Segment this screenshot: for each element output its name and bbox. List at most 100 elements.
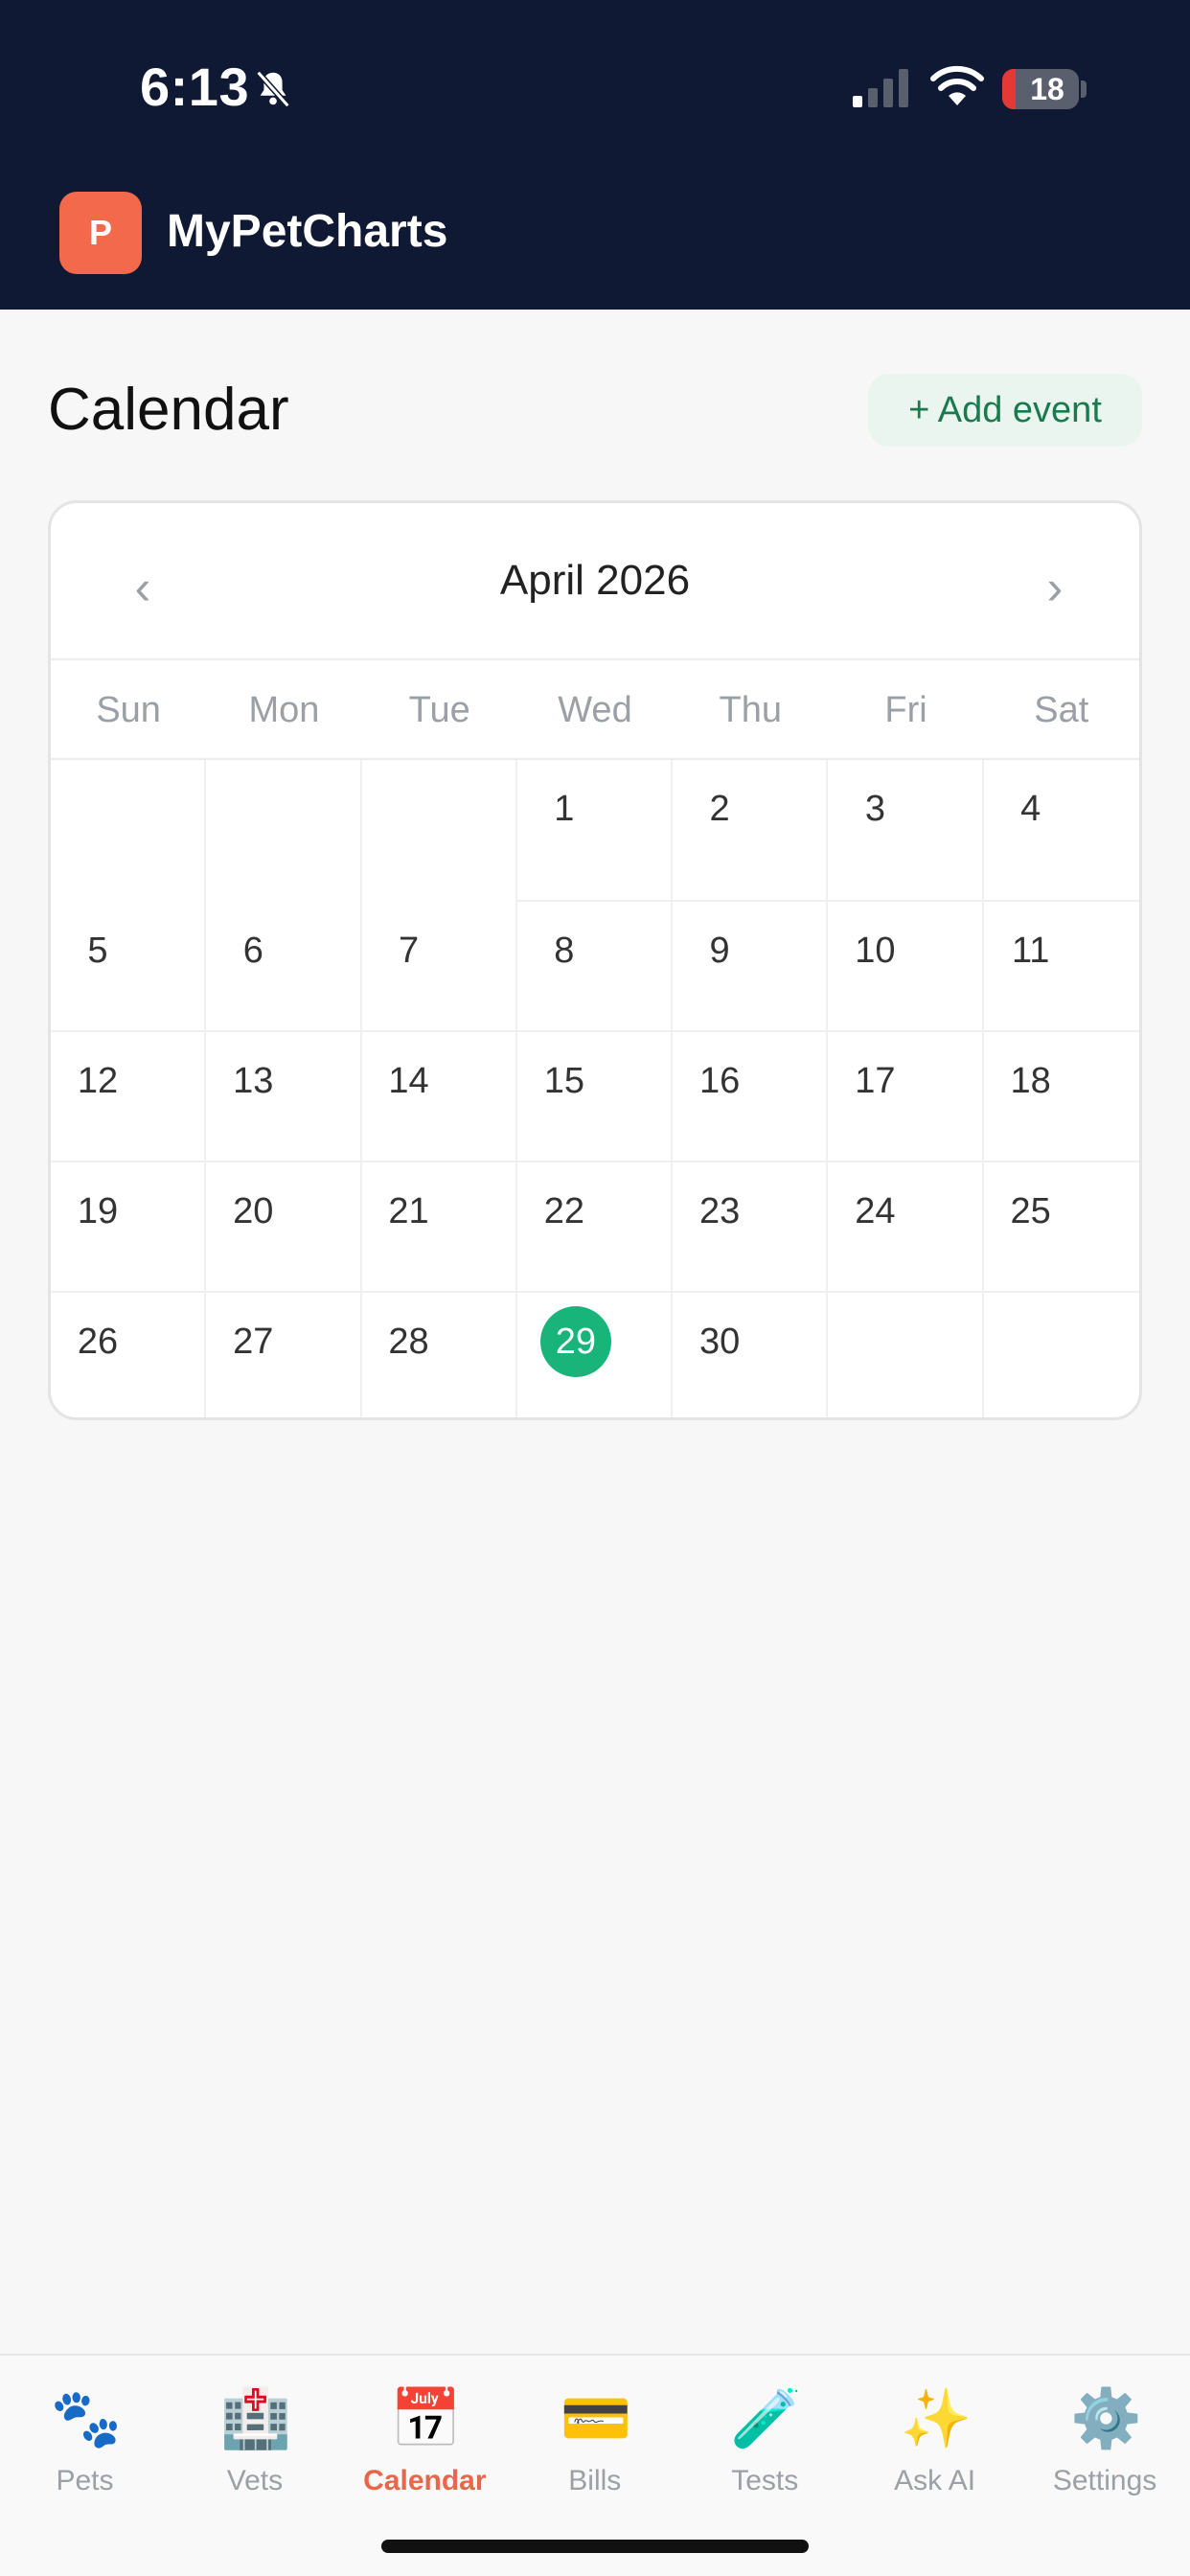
day-cell-30[interactable]: 30 bbox=[673, 1293, 829, 1417]
weekday-label: Tue bbox=[408, 689, 470, 730]
next-month-button[interactable]: › bbox=[1017, 549, 1093, 626]
day-cell-28[interactable]: 28 bbox=[362, 1293, 517, 1417]
paw-prints-icon: 🐾 bbox=[50, 2386, 123, 2450]
day-cell-3[interactable]: 3 bbox=[828, 760, 984, 902]
weekday-label: Sat bbox=[1034, 689, 1089, 730]
tab-ask-ai[interactable]: ✨ Ask AI bbox=[850, 2384, 1019, 2509]
day-cell-1[interactable]: 1 bbox=[516, 760, 674, 902]
day-cell-26[interactable]: 26 bbox=[51, 1293, 207, 1417]
empty-day-cell bbox=[206, 760, 362, 902]
day-number: 1 bbox=[554, 789, 575, 829]
day-cell-7[interactable]: 7 bbox=[361, 902, 517, 1032]
tab-pets[interactable]: 🐾 Pets bbox=[0, 2384, 170, 2509]
gear-icon: ⚙️ bbox=[1070, 2386, 1142, 2450]
day-number: 28 bbox=[388, 1322, 429, 1362]
today-indicator: 29 bbox=[539, 1306, 611, 1377]
calendar-week-row: 26 27 28 29 30 bbox=[51, 1293, 1139, 1417]
app-name: MyPetCharts bbox=[167, 206, 448, 257]
day-cell-5[interactable]: 5 bbox=[51, 902, 207, 1032]
tab-bills[interactable]: 💳 Bills bbox=[510, 2384, 679, 2509]
tab-label: Ask AI bbox=[894, 2465, 976, 2496]
day-number: 23 bbox=[698, 1191, 741, 1231]
sparkles-icon: ✨ bbox=[900, 2386, 973, 2450]
weekday-header-row: Sun Mon Tue Wed Thu Fri Sat bbox=[51, 660, 1139, 760]
day-cell-21[interactable]: 21 bbox=[361, 1162, 517, 1293]
day-number: 17 bbox=[855, 1061, 896, 1101]
day-number: 15 bbox=[543, 1061, 584, 1101]
calendar-week-row: 1 2 3 4 bbox=[51, 760, 1139, 902]
wifi-icon bbox=[930, 65, 984, 105]
month-label: April 2026 bbox=[499, 557, 691, 604]
calendar-week-row: 12 13 14 15 16 17 18 bbox=[51, 1032, 1139, 1162]
calendar-grid: 1 2 3 4 5 6 7 8 9 10 11 12 13 14 15 16 17 18 19 20 21 22 23 24 2… bbox=[51, 760, 1139, 1417]
day-cell-15[interactable]: 15 bbox=[516, 1032, 674, 1162]
tab-tests[interactable]: 🧪 Tests bbox=[680, 2384, 850, 2509]
day-number: 30 bbox=[698, 1322, 741, 1362]
day-number: 3 bbox=[864, 789, 885, 829]
day-cell-14[interactable]: 14 bbox=[361, 1032, 517, 1162]
tab-settings[interactable]: ⚙️ Settings bbox=[1020, 2384, 1190, 2509]
day-number: 10 bbox=[855, 931, 896, 971]
tab-label: Vets bbox=[226, 2465, 284, 2496]
tab-label: Bills bbox=[568, 2465, 622, 2496]
tab-vets[interactable]: 🏥 Vets bbox=[170, 2384, 339, 2509]
day-number: 21 bbox=[388, 1191, 429, 1231]
day-cell-27[interactable]: 27 bbox=[206, 1293, 362, 1417]
day-cell-8[interactable]: 8 bbox=[516, 902, 674, 1032]
day-number: 18 bbox=[1010, 1061, 1051, 1101]
day-cell-10[interactable]: 10 bbox=[828, 902, 984, 1032]
day-number: 9 bbox=[709, 931, 730, 971]
day-cell-16[interactable]: 16 bbox=[673, 1032, 829, 1162]
day-number: 2 bbox=[709, 789, 730, 829]
tab-label: Pets bbox=[56, 2465, 114, 2496]
battery-tip bbox=[1081, 80, 1087, 98]
test-tube-icon: 🧪 bbox=[730, 2386, 802, 2450]
day-number: 13 bbox=[233, 1061, 274, 1101]
day-cell-20[interactable]: 20 bbox=[206, 1162, 362, 1293]
day-cell-9[interactable]: 9 bbox=[673, 902, 829, 1032]
day-cell-11[interactable]: 11 bbox=[983, 902, 1139, 1032]
weekday-label: Thu bbox=[719, 689, 782, 730]
home-indicator[interactable] bbox=[381, 2540, 809, 2553]
day-cell-17[interactable]: 17 bbox=[828, 1032, 984, 1162]
day-cell-23[interactable]: 23 bbox=[673, 1162, 829, 1293]
day-number: 16 bbox=[698, 1061, 741, 1101]
day-number: 24 bbox=[855, 1191, 896, 1231]
day-cell-18[interactable]: 18 bbox=[983, 1032, 1139, 1162]
day-cell-22[interactable]: 22 bbox=[516, 1162, 674, 1293]
day-number: 8 bbox=[554, 931, 575, 971]
day-cell-24[interactable]: 24 bbox=[828, 1162, 984, 1293]
day-cell-4[interactable]: 4 bbox=[983, 760, 1139, 902]
day-number: 26 bbox=[77, 1322, 119, 1362]
day-cell-12[interactable]: 12 bbox=[51, 1032, 207, 1162]
day-number: 12 bbox=[77, 1061, 119, 1101]
weekday-label: Wed bbox=[558, 689, 632, 730]
calendar-icon: 📅 bbox=[390, 2386, 463, 2450]
app-logo: P bbox=[59, 192, 142, 274]
empty-day-cell bbox=[828, 1293, 984, 1417]
day-cell-13[interactable]: 13 bbox=[206, 1032, 362, 1162]
add-event-button[interactable]: + Add event bbox=[868, 374, 1142, 447]
tab-calendar[interactable]: 📅 Calendar bbox=[340, 2384, 510, 2509]
calendar-header: ‹ April 2026 › bbox=[51, 503, 1139, 660]
hospital-icon: 🏥 bbox=[219, 2386, 292, 2450]
day-cell-19[interactable]: 19 bbox=[51, 1162, 207, 1293]
weekday-label: Fri bbox=[884, 689, 927, 730]
day-number: 7 bbox=[398, 931, 420, 971]
day-cell-25[interactable]: 25 bbox=[983, 1162, 1139, 1293]
app-header: 6:13 18 P MyPetCharts bbox=[0, 0, 1190, 310]
day-cell-2[interactable]: 2 bbox=[673, 760, 829, 902]
credit-card-icon: 💳 bbox=[560, 2386, 632, 2450]
day-number: 11 bbox=[1011, 931, 1050, 971]
page-title: Calendar bbox=[48, 377, 289, 443]
day-number: 6 bbox=[242, 931, 263, 971]
day-cell-6[interactable]: 6 bbox=[206, 902, 362, 1032]
status-time: 6:13 bbox=[140, 57, 250, 117]
day-number: 27 bbox=[233, 1322, 274, 1362]
day-number: 4 bbox=[1020, 789, 1041, 829]
day-cell-29[interactable]: 29 bbox=[517, 1293, 674, 1417]
calendar-card: ‹ April 2026 › Sun Mon Tue Wed Thu Fri S… bbox=[48, 500, 1142, 1420]
day-number: 25 bbox=[1010, 1191, 1051, 1231]
tab-label: Calendar bbox=[363, 2465, 487, 2496]
day-number: 5 bbox=[87, 931, 108, 971]
